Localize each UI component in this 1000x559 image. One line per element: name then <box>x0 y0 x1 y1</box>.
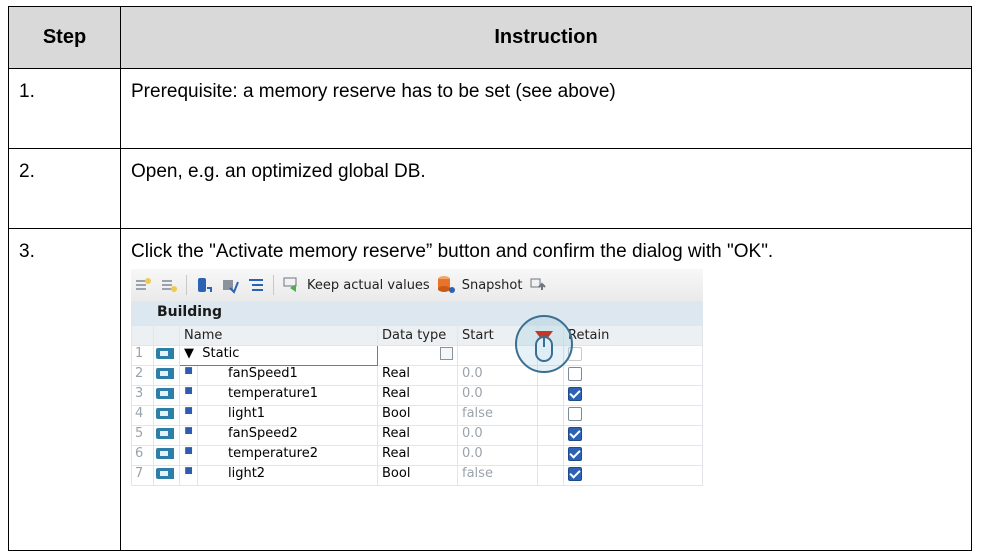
toolbar-separator <box>273 275 274 295</box>
retain-cell[interactable] <box>563 425 703 446</box>
variable-icon <box>153 465 180 486</box>
step-number: 2. <box>8 148 121 229</box>
variable-icon <box>153 385 180 406</box>
variable-name-cell[interactable]: ▼ Static <box>178 345 379 366</box>
column-data-type[interactable]: Data type <box>377 325 459 346</box>
grid-header-row: Name Data type Start Retain <box>131 325 703 346</box>
retain-checkbox[interactable] <box>568 406 583 421</box>
data-type[interactable]: Real <box>377 385 459 406</box>
insert-row-icon[interactable] <box>133 275 153 295</box>
load-snapshot-icon[interactable] <box>281 275 301 295</box>
variable-icon <box>153 445 180 466</box>
retain-cell[interactable] <box>563 405 703 426</box>
data-type[interactable]: Real <box>377 425 459 446</box>
data-type-cell[interactable] <box>377 345 459 366</box>
bullet-icon: ■ <box>179 365 198 386</box>
table-row[interactable]: 3 ■ temperature1 Real 0.0 <box>131 385 703 406</box>
copy-snapshot-icon[interactable] <box>528 275 548 295</box>
step-instruction: Click the "Activate memory reserve” butt… <box>131 241 774 262</box>
keep-actual-values-button[interactable]: Keep actual values <box>307 278 430 293</box>
table-row[interactable]: 1 ▼ Static <box>131 345 703 366</box>
retain-checkbox[interactable] <box>568 466 583 481</box>
bullet-icon: ■ <box>179 465 198 486</box>
variable-name[interactable]: fanSpeed1 <box>196 365 379 386</box>
row-number: 5 <box>131 425 154 446</box>
step-instruction: Open, e.g. an optimized global DB. <box>120 148 972 229</box>
retain-checkbox[interactable] <box>568 386 583 401</box>
type-picker-icon[interactable] <box>440 347 454 360</box>
retain-checkbox[interactable] <box>568 426 583 441</box>
variable-icon <box>153 365 180 386</box>
header-step: Step <box>8 6 121 69</box>
data-type[interactable]: Real <box>377 445 459 466</box>
row-number: 1 <box>131 345 154 366</box>
expand-all-icon[interactable] <box>246 275 266 295</box>
retain-cell[interactable] <box>563 365 703 386</box>
mouse-click-highlight <box>515 315 573 373</box>
db-title: Building <box>131 301 703 325</box>
header-instruction: Instruction <box>120 6 972 69</box>
db-toolbar: Keep actual values Snapshot <box>131 269 703 301</box>
retain-cell[interactable] <box>563 385 703 406</box>
start-value[interactable]: false <box>457 405 539 426</box>
row-number: 3 <box>131 385 154 406</box>
step-instruction: Prerequisite: a memory reserve has to be… <box>120 68 972 149</box>
db-variable-table: Name Data type Start Retain 1 ▼ Static 2… <box>131 325 703 486</box>
table-row: 1. Prerequisite: a memory reserve has to… <box>8 68 972 149</box>
step-number: 1. <box>8 68 121 149</box>
instruction-table: Step Instruction 1. Prerequisite: a memo… <box>8 6 972 551</box>
reset-start-values-icon[interactable] <box>194 275 214 295</box>
start-value[interactable]: 0.0 <box>457 425 539 446</box>
toolbar-separator <box>186 275 187 295</box>
start-value[interactable]: false <box>457 465 539 486</box>
variable-icon <box>153 345 180 366</box>
column-name[interactable]: Name <box>178 325 379 346</box>
activate-memory-reserve-icon[interactable] <box>436 275 456 295</box>
variable-name[interactable]: temperature1 <box>196 385 379 406</box>
variable-name[interactable]: fanSpeed2 <box>196 425 379 446</box>
data-type[interactable]: Bool <box>377 405 459 426</box>
variable-name[interactable]: light1 <box>196 405 379 426</box>
table-row: 2. Open, e.g. an optimized global DB. <box>8 148 972 229</box>
retain-cell[interactable] <box>563 445 703 466</box>
mouse-cursor-icon <box>535 331 553 362</box>
table-row: 3. Click the "Activate memory reserve” b… <box>8 228 972 551</box>
table-row[interactable]: 5 ■ fanSpeed2 Real 0.0 <box>131 425 703 446</box>
row-number: 4 <box>131 405 154 426</box>
variable-name: Static <box>202 346 240 362</box>
collapse-arrow-icon[interactable]: ▼ <box>184 347 194 362</box>
retain-cell[interactable] <box>563 465 703 486</box>
monitor-values-icon[interactable] <box>220 275 240 295</box>
retain-checkbox[interactable] <box>568 446 583 461</box>
variable-name[interactable]: temperature2 <box>196 445 379 466</box>
start-value[interactable]: 0.0 <box>457 445 539 466</box>
step-cell: Click the "Activate memory reserve” butt… <box>120 228 972 551</box>
row-number: 2 <box>131 365 154 386</box>
data-type[interactable]: Real <box>377 365 459 386</box>
variable-icon <box>153 425 180 446</box>
table-row[interactable]: 6 ■ temperature2 Real 0.0 <box>131 445 703 466</box>
step-number: 3. <box>8 228 121 551</box>
table-row[interactable]: 4 ■ light1 Bool false <box>131 405 703 426</box>
table-row[interactable]: 7 ■ light2 Bool false <box>131 465 703 486</box>
bullet-icon: ■ <box>179 405 198 426</box>
start-value[interactable]: 0.0 <box>457 385 539 406</box>
row-number: 6 <box>131 445 154 466</box>
bullet-icon: ■ <box>179 385 198 406</box>
row-number: 7 <box>131 465 154 486</box>
snapshot-button[interactable]: Snapshot <box>462 278 523 293</box>
table-row[interactable]: 2 ■ fanSpeed1 Real 0.0 <box>131 365 703 386</box>
add-row-icon[interactable] <box>159 275 179 295</box>
data-type[interactable]: Bool <box>377 465 459 486</box>
tia-db-editor-screenshot: Keep actual values Snapshot Building Nam… <box>131 269 703 499</box>
variable-name[interactable]: light2 <box>196 465 379 486</box>
variable-icon <box>153 405 180 426</box>
bullet-icon: ■ <box>179 425 198 446</box>
bullet-icon: ■ <box>179 445 198 466</box>
column-retain[interactable]: Retain <box>563 325 703 346</box>
retain-cell[interactable] <box>563 345 703 366</box>
